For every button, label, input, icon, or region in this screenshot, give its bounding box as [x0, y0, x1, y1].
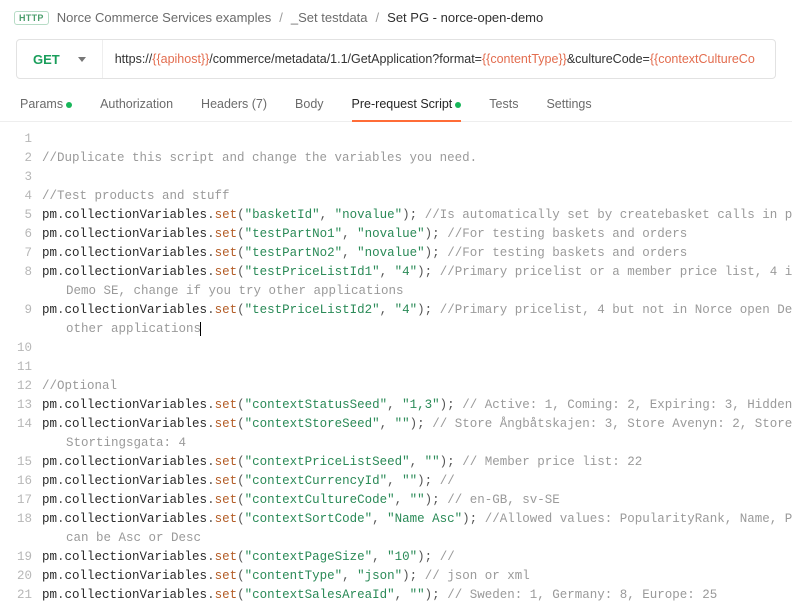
breadcrumb-folder[interactable]: _Set testdata — [291, 10, 368, 25]
code-line[interactable]: pm.collectionVariables.set("contextPrice… — [42, 453, 792, 472]
code-line[interactable]: //Optional — [42, 377, 792, 396]
url-variable: {{contentType}} — [482, 52, 567, 66]
tab-body[interactable]: Body — [295, 97, 324, 121]
status-dot-icon — [455, 102, 461, 108]
code-line-wrap[interactable]: other applications — [42, 320, 792, 339]
code-line[interactable]: pm.collectionVariables.set("contextStatu… — [42, 396, 792, 415]
breadcrumb-separator: / — [279, 10, 283, 25]
breadcrumb: HTTP Norce Commerce Services examples / … — [0, 0, 792, 33]
tab-authorization[interactable]: Authorization — [100, 97, 173, 121]
breadcrumb-collection[interactable]: Norce Commerce Services examples — [57, 10, 272, 25]
status-dot-icon — [66, 102, 72, 108]
tab-headers[interactable]: Headers (7) — [201, 97, 267, 121]
code-line-wrap[interactable]: can be Asc or Desc — [42, 529, 792, 548]
request-tabs: Params Authorization Headers (7) Body Pr… — [0, 79, 792, 122]
code-line[interactable]: pm.collectionVariables.set("contextStore… — [42, 415, 792, 434]
code-line[interactable]: pm.collectionVariables.set("contextCurre… — [42, 472, 792, 491]
code-line[interactable]: pm.collectionVariables.set("contextSales… — [42, 586, 792, 605]
code-line[interactable]: pm.collectionVariables.set("testPartNo1"… — [42, 225, 792, 244]
code-line[interactable] — [42, 168, 792, 187]
code-line[interactable] — [42, 339, 792, 358]
code-line-wrap[interactable]: Stortingsgata: 4 — [42, 434, 792, 453]
code-editor[interactable]: 12345678 9 1011121314 15161718 192021 //… — [0, 122, 792, 605]
code-line[interactable]: //Test products and stuff — [42, 187, 792, 206]
url-input[interactable]: https://{{apihost}}/commerce/metadata/1.… — [103, 52, 775, 66]
code-line[interactable]: pm.collectionVariables.set("testPriceLis… — [42, 263, 792, 282]
code-line[interactable]: pm.collectionVariables.set("testPriceLis… — [42, 301, 792, 320]
tab-params[interactable]: Params — [20, 97, 72, 121]
method-dropdown[interactable]: GET — [17, 40, 103, 78]
code-line[interactable] — [42, 130, 792, 149]
chevron-down-icon — [78, 57, 86, 62]
code-line[interactable]: //Duplicate this script and change the v… — [42, 149, 792, 168]
request-row: GET https://{{apihost}}/commerce/metadat… — [16, 39, 776, 79]
breadcrumb-separator: / — [376, 10, 380, 25]
url-variable: {{contextCultureCo — [650, 52, 755, 66]
tab-tests[interactable]: Tests — [489, 97, 518, 121]
tab-settings[interactable]: Settings — [546, 97, 591, 121]
tab-pre-request-script[interactable]: Pre-request Script — [352, 97, 462, 121]
method-label: GET — [33, 52, 60, 67]
code-line[interactable]: pm.collectionVariables.set("basketId", "… — [42, 206, 792, 225]
http-method-badge: HTTP — [14, 11, 49, 25]
code-line[interactable]: pm.collectionVariables.set("contextCultu… — [42, 491, 792, 510]
code-line[interactable]: pm.collectionVariables.set("testPartNo2"… — [42, 244, 792, 263]
code-line[interactable]: pm.collectionVariables.set("contextSortC… — [42, 510, 792, 529]
code-line-wrap[interactable]: Demo SE, change if you try other applica… — [42, 282, 792, 301]
url-variable: {{apihost}} — [152, 52, 209, 66]
code-line[interactable] — [42, 358, 792, 377]
code-line[interactable]: pm.collectionVariables.set("contentType"… — [42, 567, 792, 586]
line-gutter: 12345678 9 1011121314 15161718 192021 — [0, 130, 42, 605]
code-line[interactable]: pm.collectionVariables.set("contextPageS… — [42, 548, 792, 567]
breadcrumb-request: Set PG - norce-open-demo — [387, 10, 543, 25]
code-body[interactable]: //Duplicate this script and change the v… — [42, 130, 792, 605]
